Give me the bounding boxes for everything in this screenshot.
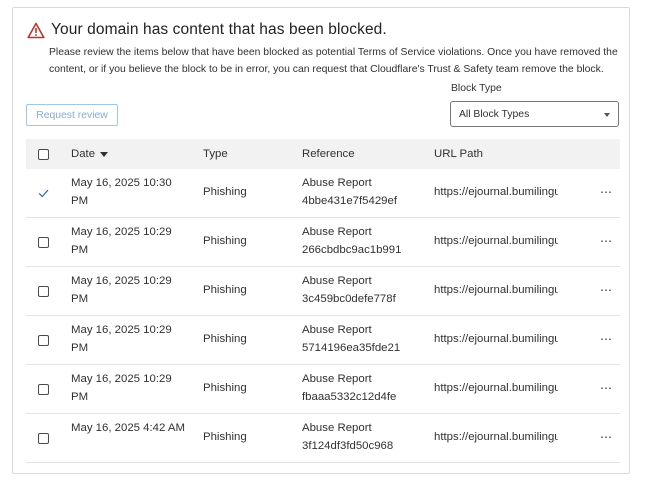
row-reference-title: Abuse Report	[302, 226, 372, 238]
row-reference: Abuse Report fbaaa5332c12d4fe	[302, 371, 422, 406]
row-reference-id: 4bbe431e7f5429ef	[302, 194, 398, 207]
row-reference-title: Abuse Report	[302, 275, 372, 287]
block-type-value: All Block Types	[459, 108, 530, 120]
row-select-cell	[38, 316, 49, 364]
row-reference-title: Abuse Report	[302, 177, 372, 189]
row-checkbox[interactable]	[38, 334, 49, 346]
row-select-cell	[38, 267, 49, 315]
request-review-button[interactable]: Request review	[26, 104, 118, 126]
row-reference-id: 266cbdbc9ac1b991	[302, 243, 402, 256]
row-reference-id: 3f124df3fd50c968	[302, 439, 394, 452]
page-title: Your domain has content that has been bl…	[51, 21, 387, 38]
more-actions-icon[interactable]: ⋯	[600, 267, 613, 315]
row-reference-title: Abuse Report	[302, 422, 372, 434]
row-checkbox[interactable]	[38, 236, 49, 248]
column-type-label: Type	[203, 148, 228, 160]
column-reference: Reference	[302, 139, 355, 169]
more-actions-icon[interactable]: ⋯	[600, 365, 613, 413]
row-reference-title: Abuse Report	[302, 373, 372, 385]
more-actions-icon[interactable]: ⋯	[600, 218, 613, 266]
card-header: Your domain has content that has been bl…	[27, 21, 387, 39]
block-type-select[interactable]: All Block Types	[450, 101, 619, 127]
warning-icon	[27, 22, 45, 39]
column-url-path-label: URL Path	[434, 148, 483, 160]
row-reference: Abuse Report 4bbe431e7f5429ef	[302, 175, 422, 210]
block-type-label: Block Type	[451, 83, 502, 94]
row-type: Phishing	[203, 333, 247, 346]
row-reference: Abuse Report 3f124df3fd50c968	[302, 420, 422, 455]
row-url-path: https://ejournal.bumilinguam.com	[434, 382, 558, 395]
table-row: May 16, 2025 4:42 AM Phishing Abuse Repo…	[26, 414, 620, 463]
blocked-items-table: Date Type Reference URL Path May 16, 202…	[26, 139, 620, 463]
row-date: May 16, 2025 10:29 PM	[71, 373, 172, 403]
page-description: Please review the items below that have …	[49, 47, 618, 75]
row-checkbox[interactable]	[38, 383, 49, 395]
blocked-content-card: Your domain has content that has been bl…	[12, 7, 630, 474]
more-actions-icon[interactable]: ⋯	[600, 169, 613, 217]
row-type: Phishing	[203, 284, 247, 297]
table-row: May 16, 2025 10:29 PM Phishing Abuse Rep…	[26, 365, 620, 414]
row-reference-id: fbaaa5332c12d4fe	[302, 390, 397, 403]
row-date: May 16, 2025 10:29 PM	[71, 226, 172, 256]
row-reference-id: 3c459bc0defe778f	[302, 292, 396, 305]
row-select-cell	[38, 218, 49, 266]
row-select-cell	[38, 414, 49, 462]
table-row: May 16, 2025 10:29 PM Phishing Abuse Rep…	[26, 316, 620, 365]
column-url-path: URL Path	[434, 139, 483, 169]
table-row: May 16, 2025 10:30 PM Phishing Abuse Rep…	[26, 169, 620, 218]
row-type: Phishing	[203, 186, 247, 199]
table-row: May 16, 2025 10:29 PM Phishing Abuse Rep…	[26, 267, 620, 316]
more-actions-icon[interactable]: ⋯	[600, 414, 613, 462]
row-reference-title: Abuse Report	[302, 324, 372, 336]
more-actions-icon[interactable]: ⋯	[600, 316, 613, 364]
row-select-cell	[38, 365, 49, 413]
row-reference: Abuse Report 5714196ea35fde21	[302, 322, 422, 357]
column-reference-label: Reference	[302, 148, 355, 160]
column-date-label: Date	[71, 148, 96, 160]
row-type: Phishing	[203, 431, 247, 444]
row-reference-id: 5714196ea35fde21	[302, 341, 401, 354]
row-checkbox[interactable]	[38, 285, 49, 297]
row-reference: Abuse Report 266cbdbc9ac1b991	[302, 224, 422, 259]
sort-descending-icon	[100, 152, 109, 157]
row-date: May 16, 2025 10:30 PM	[71, 177, 172, 207]
column-type: Type	[203, 139, 228, 169]
table-row: May 16, 2025 10:29 PM Phishing Abuse Rep…	[26, 218, 620, 267]
row-type: Phishing	[203, 382, 247, 395]
row-date: May 16, 2025 10:29 PM	[71, 275, 172, 305]
checkmark-icon[interactable]	[38, 188, 49, 199]
chevron-down-icon	[604, 112, 610, 117]
row-date: May 16, 2025 10:29 PM	[71, 324, 172, 354]
row-url-path: https://ejournal.bumilinguam.com	[434, 284, 558, 297]
row-select-cell	[38, 169, 49, 217]
table-header: Date Type Reference URL Path	[26, 139, 620, 169]
row-reference: Abuse Report 3c459bc0defe778f	[302, 273, 422, 308]
row-type: Phishing	[203, 235, 247, 248]
row-url-path: https://ejournal.bumilinguam.com	[434, 186, 558, 199]
row-url-path: https://ejournal.bumilinguam.com	[434, 431, 558, 444]
row-url-path: https://ejournal.bumilinguam.com	[434, 333, 558, 346]
row-date: May 16, 2025 4:42 AM	[71, 422, 185, 434]
select-all-cell	[38, 139, 49, 169]
column-date[interactable]: Date	[71, 139, 109, 169]
row-url-path: https://ejournal.bumilinguam.com	[434, 235, 558, 248]
select-all-checkbox[interactable]	[38, 148, 49, 160]
row-checkbox[interactable]	[38, 432, 49, 444]
